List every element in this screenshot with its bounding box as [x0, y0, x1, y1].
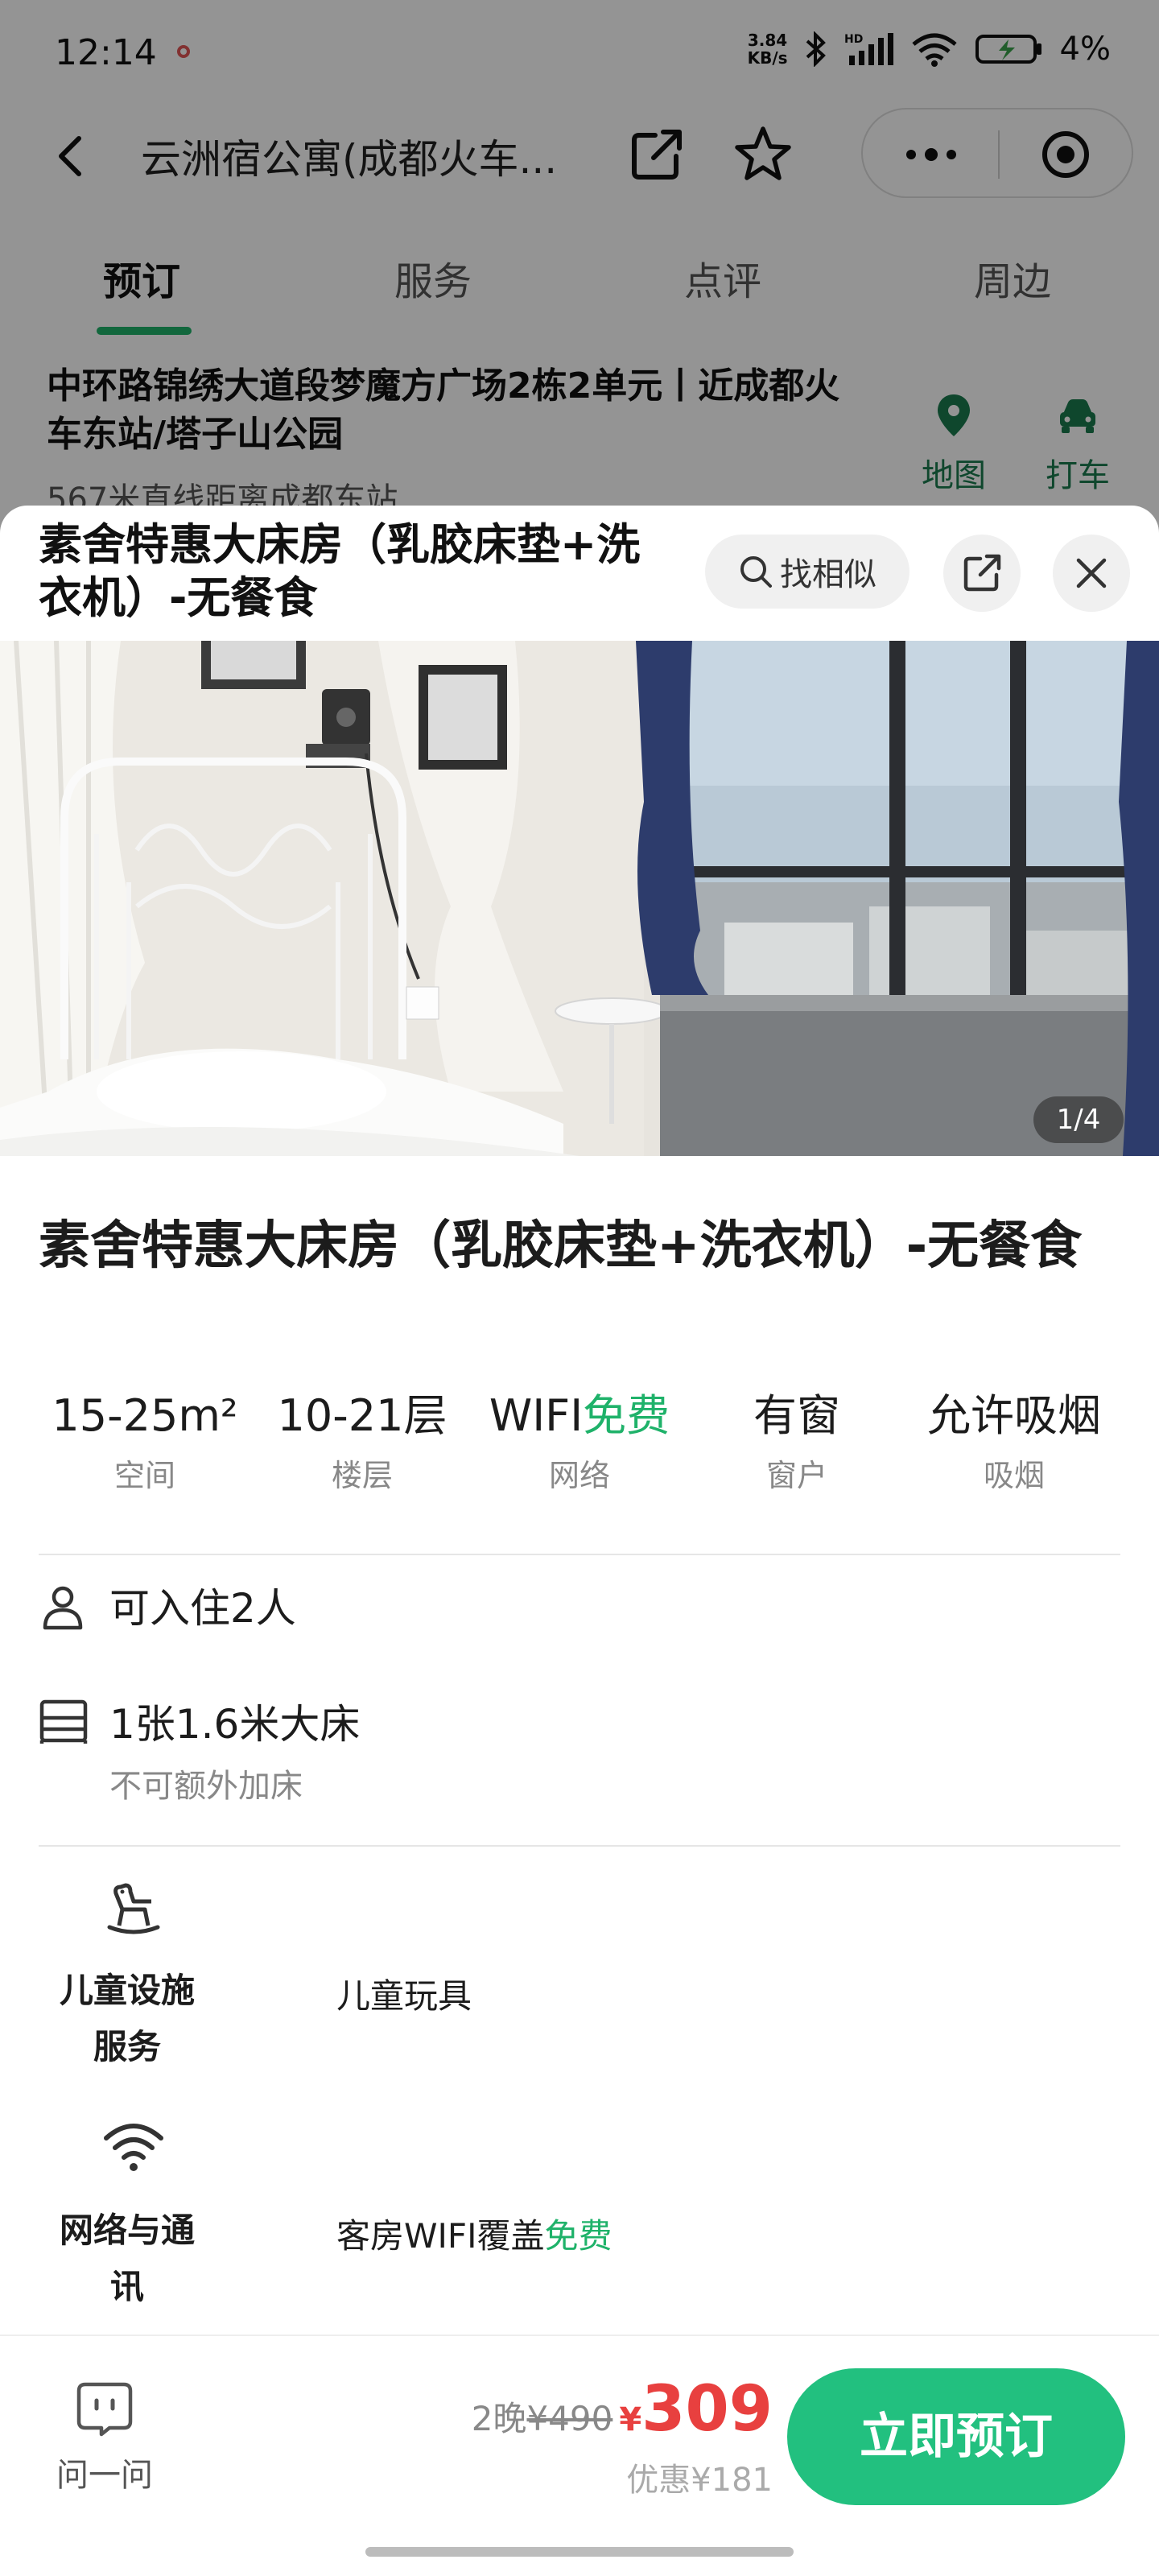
divider [39, 1845, 1120, 1847]
sheet-close-button[interactable] [1053, 535, 1130, 612]
close-icon [1076, 558, 1107, 588]
currency-symbol: ¥ [619, 2401, 642, 2438]
price-line: 2晚 ¥490 ¥ 309 [472, 2373, 773, 2446]
facility-value-text: 客房WIFI覆盖 [336, 2216, 545, 2256]
discount-amount: 优惠¥181 [626, 2462, 773, 2499]
spec-smoking: 允许吸烟 吸烟 [905, 1388, 1123, 1495]
spec-window-value: 有窗 [753, 1390, 840, 1441]
sheet-share-button[interactable] [943, 535, 1021, 612]
ask-button[interactable]: 问一问 [48, 2380, 161, 2496]
bed-text: 1张1.6米大床 [109, 1701, 361, 1748]
person-icon [43, 1586, 83, 1630]
bed-icon [39, 1699, 88, 1744]
spec-network-label: 网络 [548, 1458, 610, 1493]
room-specs: 15-25m² 空间 10-21层 楼层 WIFI免费 网络 有窗 窗户 允许吸… [0, 1388, 1159, 1509]
facility-network: 网络与通 讯 客房WIFI覆盖免费 [39, 2114, 1120, 2331]
room-photo[interactable]: 1/4 [0, 641, 1159, 1156]
modal-backdrop[interactable] [0, 0, 1159, 564]
find-similar-button[interactable]: 找相似 [705, 535, 909, 609]
spec-smoking-label: 吸烟 [983, 1458, 1045, 1493]
spec-window-label: 窗户 [765, 1458, 827, 1493]
rocking-horse-icon [107, 1883, 160, 1934]
chat-bot-icon [76, 2382, 133, 2437]
divider [39, 1554, 1120, 1555]
share-icon [963, 554, 1001, 592]
room-photo-image [0, 641, 1159, 1156]
facility-category-line: 讯 [109, 2267, 144, 2306]
facility-value: 客房WIFI覆盖免费 [336, 2209, 612, 2258]
spec-area-label: 空间 [113, 1458, 175, 1493]
facility-category: 儿童设施 服务 [39, 1963, 216, 2075]
spec-area: 15-25m² 空间 [36, 1388, 254, 1495]
nights-count: 2晚 [471, 2399, 527, 2438]
photo-counter: 1/4 [1033, 1096, 1124, 1143]
room-detail-sheet: 素舍特惠大床房（乳胶床垫+洗衣机）-无餐食 找相似 1/4 素舍特惠大床房（乳胶… [0, 506, 1159, 2576]
booking-bar: 问一问 2晚 ¥490 ¥ 309 优惠¥181 立即预订 [0, 2334, 1159, 2576]
spec-floor: 10-21层 楼层 [254, 1388, 471, 1495]
wifi-text: WIFI [489, 1390, 584, 1441]
original-price: ¥490 [526, 2399, 613, 2438]
sheet-header: 素舍特惠大床房（乳胶床垫+洗衣机）-无餐食 找相似 [0, 506, 1159, 641]
spec-network-value: WIFI免费 [471, 1388, 688, 1444]
book-now-button[interactable]: 立即预订 [787, 2368, 1125, 2505]
extra-bed-text: 不可额外加床 [109, 1768, 303, 1805]
find-similar-label: 找相似 [780, 556, 876, 593]
wifi-icon [104, 2124, 163, 2171]
facility-category-line: 网络与通 [59, 2211, 195, 2250]
wifi-free-badge: 免费 [583, 1390, 670, 1441]
spec-network: WIFI免费 网络 [471, 1388, 688, 1495]
ask-label: 问一问 [56, 2457, 153, 2494]
facility-value: 儿童玩具 [336, 1976, 472, 2016]
spec-window: 有窗 窗户 [688, 1388, 905, 1495]
room-name: 素舍特惠大床房（乳胶床垫+洗衣机）-无餐食 [39, 1216, 1083, 1276]
wifi-free-badge: 免费 [544, 2216, 612, 2256]
home-indicator [365, 2547, 794, 2557]
search-icon [740, 556, 772, 588]
spec-floor-label: 楼层 [331, 1458, 393, 1493]
facility-category: 网络与通 讯 [39, 2202, 216, 2315]
current-price: 309 [641, 2373, 773, 2446]
facility-children: 儿童设施 服务 儿童玩具 [39, 1874, 1120, 2091]
spec-smoking-value: 允许吸烟 [927, 1390, 1101, 1441]
facility-category-line: 儿童设施 [59, 1971, 195, 2010]
occupancy-text: 可入住2人 [109, 1585, 296, 1632]
spec-area-value: 15-25m² [52, 1390, 238, 1441]
sheet-title: 素舍特惠大床房（乳胶床垫+洗衣机）-无餐食 [39, 519, 641, 623]
facility-category-line: 服务 [93, 2027, 161, 2066]
spec-floor-value: 10-21层 [277, 1390, 448, 1441]
